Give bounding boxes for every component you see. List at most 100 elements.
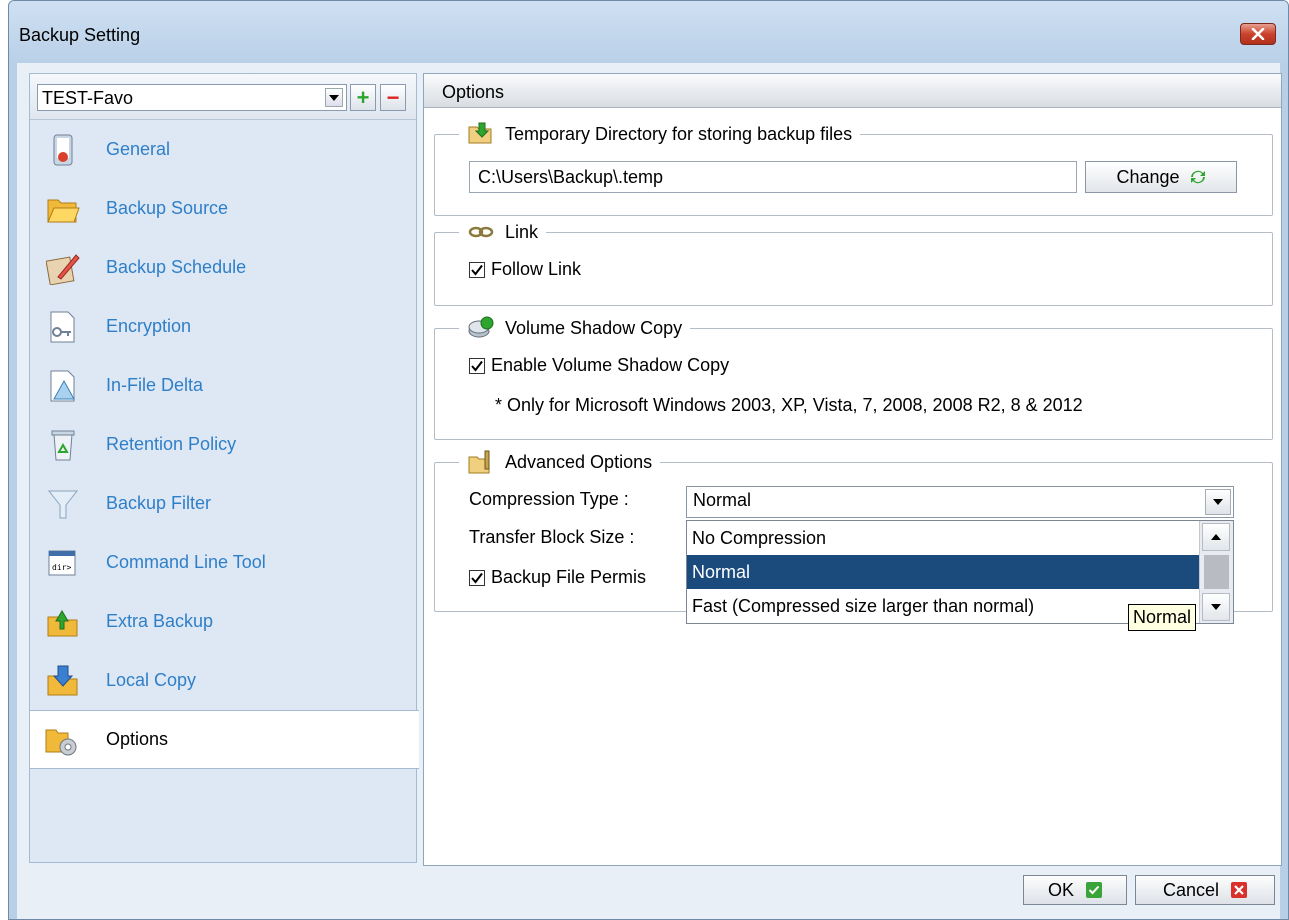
volume-shadow-copy-legend: Volume Shadow Copy <box>459 315 691 341</box>
volume-shadow-copy-group: Volume Shadow Copy Enable Volume Shadow … <box>434 315 1273 440</box>
key-icon <box>50 311 75 343</box>
enable-vss-label: Enable Volume Shadow Copy <box>491 355 730 375</box>
options-icon <box>45 729 77 756</box>
settings-sidebar: TEST-Favo + − General Backup Source Back… <box>29 73 419 863</box>
close-button[interactable] <box>1240 23 1276 45</box>
extra-backup-icon <box>47 610 78 637</box>
check-icon <box>471 264 483 276</box>
check-icon <box>471 572 483 584</box>
volume-shadow-copy-title: Volume Shadow Copy <box>505 317 683 338</box>
link-legend: Link <box>459 219 547 245</box>
sidebar-item-backup-schedule[interactable]: Backup Schedule <box>30 238 416 297</box>
vss-note: * Only for Microsoft Windows 2003, XP, V… <box>495 395 1083 415</box>
sidebar-item-extra-backup[interactable]: Extra Backup <box>30 592 416 651</box>
sidebar-item-label: Local Copy <box>106 670 197 690</box>
options-panel: Options Temporary Directory for storing … <box>423 73 1282 866</box>
tooltip: Normal <box>1128 604 1197 631</box>
dropdown-option-no-compression[interactable]: No Compression <box>687 521 1199 555</box>
scroll-up-icon[interactable] <box>1202 523 1230 551</box>
terminal-icon: dir> <box>48 550 76 576</box>
delta-icon <box>50 370 75 402</box>
dropdown-scrollbar[interactable] <box>1199 521 1233 623</box>
sidebar-item-command-line-tool[interactable]: dir> Command Line Tool <box>30 533 416 592</box>
cancel-x-icon <box>1231 882 1248 898</box>
sidebar-item-label: Extra Backup <box>106 611 214 631</box>
chevron-down-icon[interactable] <box>1205 489 1231 515</box>
change-directory-button[interactable]: Change <box>1085 161 1237 193</box>
change-directory-label: Change <box>1116 166 1180 187</box>
sidebar-item-general[interactable]: General <box>30 120 416 179</box>
profile-select[interactable]: TEST-Favo <box>37 84 347 111</box>
panel-title: Options <box>442 82 505 102</box>
sidebar-item-options[interactable]: Options <box>30 710 419 769</box>
general-icon <box>53 134 73 166</box>
temp-directory-legend: Temporary Directory for storing backup f… <box>459 121 861 147</box>
filter-icon <box>47 490 79 519</box>
recycle-icon <box>51 430 75 461</box>
enable-vss-check[interactable] <box>469 357 485 374</box>
svg-text:dir>: dir> <box>52 563 71 572</box>
sidebar-item-label: Command Line Tool <box>106 552 266 572</box>
window-title: Backup Setting <box>19 25 141 45</box>
advanced-options-legend: Advanced Options <box>459 449 661 475</box>
ok-label: OK <box>1047 879 1074 900</box>
link-group: Link Follow Link <box>434 219 1273 306</box>
temp-directory-input[interactable] <box>470 162 1076 192</box>
shadow-copy-icon <box>468 316 494 338</box>
panel-header: Options <box>424 74 1281 108</box>
advanced-options-icon <box>468 450 490 474</box>
ok-check-icon <box>1086 882 1102 898</box>
cancel-label: Cancel <box>1162 879 1220 900</box>
cancel-button[interactable]: Cancel <box>1135 875 1275 905</box>
sidebar-item-retention-policy[interactable]: Retention Policy <box>30 415 416 474</box>
backup-file-permission-check[interactable] <box>469 569 485 586</box>
temp-directory-group: Temporary Directory for storing backup f… <box>434 121 1273 216</box>
dialog-body: TEST-Favo + − General Backup Source Back… <box>17 63 1282 919</box>
compression-type-value: Normal <box>693 490 752 510</box>
backup-file-permission-label: Backup File Permis <box>491 567 647 587</box>
sidebar-item-backup-filter[interactable]: Backup Filter <box>30 474 416 533</box>
dropdown-option-fast[interactable]: Fast (Compressed size larger than normal… <box>687 589 1199 623</box>
link-icon <box>468 226 494 238</box>
temp-directory-title: Temporary Directory for storing backup f… <box>505 123 853 144</box>
chevron-down-icon[interactable] <box>325 88 343 107</box>
compression-type-select[interactable]: Normal <box>686 486 1234 518</box>
refresh-icon <box>1190 170 1205 184</box>
sidebar-item-label: Backup Schedule <box>106 257 247 277</box>
sidebar-nav: General Backup Source Backup Schedule En… <box>30 120 419 769</box>
schedule-icon <box>46 254 80 285</box>
title-bar: Backup Setting <box>9 1 1288 63</box>
follow-link-label: Follow Link <box>491 259 582 279</box>
profile-bar: TEST-Favo + − <box>30 74 416 120</box>
local-copy-icon <box>47 665 78 696</box>
sidebar-item-label: General <box>106 139 171 159</box>
profile-select-value: TEST-Favo <box>42 88 134 108</box>
enable-volume-shadow-copy-checkbox[interactable]: Enable Volume Shadow Copy <box>469 355 729 376</box>
sidebar-item-label: Encryption <box>106 316 192 336</box>
add-profile-button[interactable]: + <box>350 84 376 111</box>
scrollbar-thumb[interactable] <box>1204 555 1229 589</box>
advanced-options-title: Advanced Options <box>505 451 653 472</box>
sidebar-item-label: Backup Filter <box>106 493 212 513</box>
follow-link-checkbox[interactable]: Follow Link <box>469 259 581 280</box>
sidebar-item-in-file-delta[interactable]: In-File Delta <box>30 356 416 415</box>
sidebar-item-label: Backup Source <box>106 198 229 218</box>
remove-profile-button[interactable]: − <box>380 84 406 111</box>
ok-button[interactable]: OK <box>1023 875 1127 905</box>
transfer-block-size-label: Transfer Block Size : <box>469 527 635 547</box>
compression-type-label: Compression Type : <box>469 489 629 509</box>
check-icon <box>471 360 483 372</box>
link-title: Link <box>505 221 539 242</box>
sidebar-item-local-copy[interactable]: Local Copy <box>30 651 416 710</box>
backup-file-permission-checkbox[interactable]: Backup File Permis <box>469 567 646 588</box>
folder-open-icon <box>468 122 492 144</box>
scroll-down-icon[interactable] <box>1202 593 1230 621</box>
temp-directory-field[interactable] <box>469 161 1077 193</box>
sidebar-item-encryption[interactable]: Encryption <box>30 297 416 356</box>
backup-setting-window: Backup Setting TEST-Favo + − General Bac… <box>8 0 1289 920</box>
follow-link-check[interactable] <box>469 261 485 278</box>
folder-icon <box>47 199 80 223</box>
sidebar-item-backup-source[interactable]: Backup Source <box>30 179 416 238</box>
dropdown-option-normal[interactable]: Normal <box>687 555 1199 589</box>
sidebar-item-label: Retention Policy <box>106 434 237 454</box>
